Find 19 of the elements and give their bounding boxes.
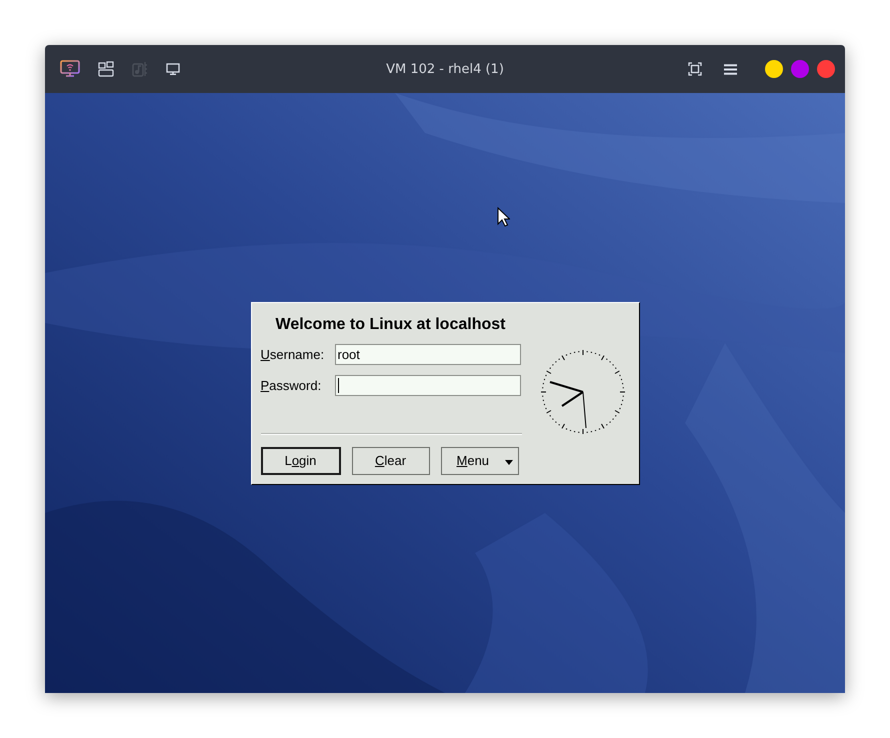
dialog-title: Welcome to Linux at localhost xyxy=(276,314,506,334)
menu-dropdown-button[interactable]: Menu xyxy=(440,446,518,474)
dialog-button[interactable]: Clear xyxy=(352,446,430,474)
mouse-cursor-icon xyxy=(497,207,510,227)
window-control-dot[interactable] xyxy=(791,60,809,78)
window-control-dot[interactable] xyxy=(765,60,783,78)
field-label: Password: xyxy=(260,378,322,393)
monitor-icon[interactable] xyxy=(166,63,180,75)
fullscreen-icon[interactable] xyxy=(688,62,702,76)
input-field[interactable] xyxy=(334,375,520,396)
input-field[interactable]: root xyxy=(334,344,520,365)
field-label: Username: xyxy=(260,347,326,362)
menu-icon[interactable] xyxy=(724,64,737,74)
dialog-button[interactable]: Login xyxy=(260,446,340,474)
monitor-wifi-icon[interactable] xyxy=(60,60,80,78)
window-title: VM 102 - rhel4 (1) xyxy=(386,62,504,76)
windows-icon[interactable] xyxy=(98,61,114,77)
caret-icon xyxy=(504,460,512,464)
window-control-dot[interactable] xyxy=(817,60,835,78)
